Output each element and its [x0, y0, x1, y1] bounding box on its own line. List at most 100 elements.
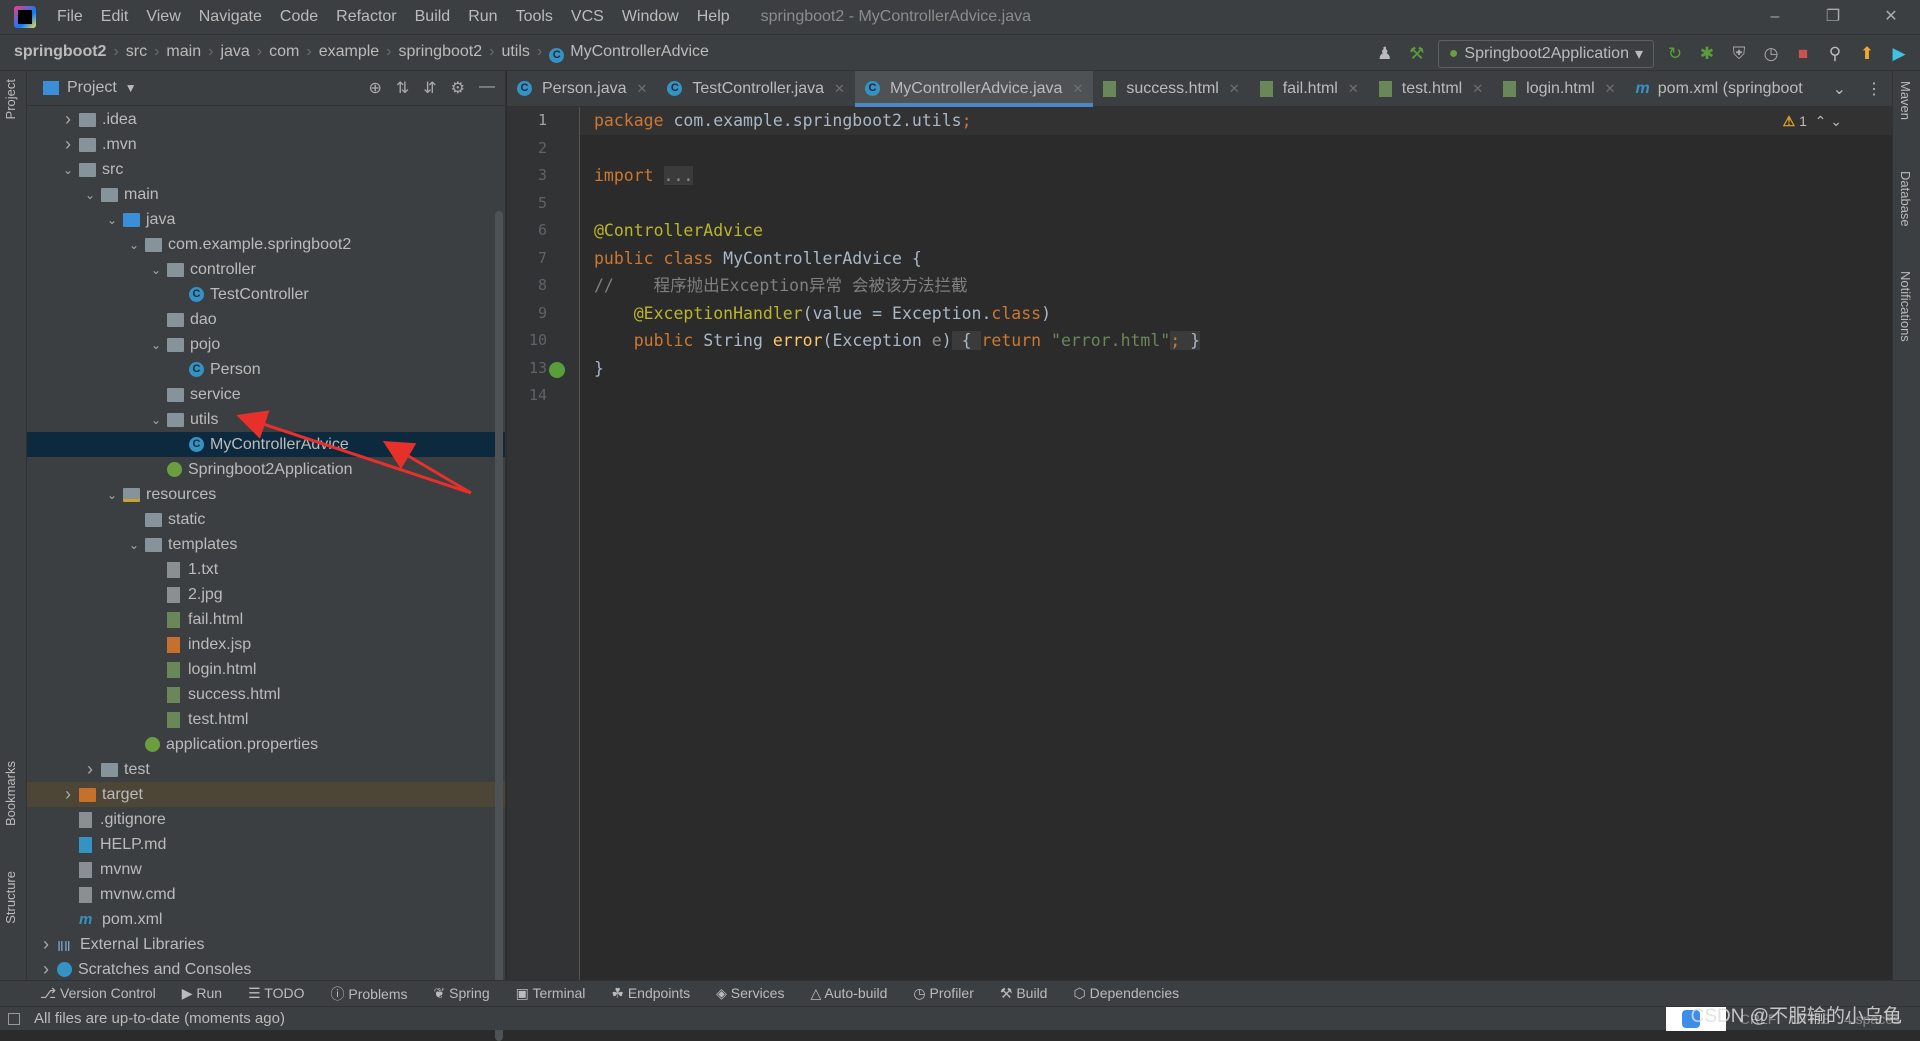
tree-item[interactable]: login.html: [27, 657, 505, 682]
menu-navigate[interactable]: Navigate: [190, 8, 271, 26]
menu-code[interactable]: Code: [271, 8, 327, 26]
collapse-all-icon[interactable]: ⇵: [423, 78, 436, 98]
minimize-button[interactable]: –: [1746, 0, 1804, 34]
tab-mycontrolleradvice-java[interactable]: C MyControllerAdvice.java ✕: [854, 71, 1094, 107]
bookmarks-tool-button[interactable]: Bookmarks: [3, 761, 18, 826]
tree-item[interactable]: ⌄ templates: [27, 532, 505, 557]
tool-terminal[interactable]: ▣ Terminal: [516, 985, 586, 1002]
code-editor[interactable]: 1 package com.example.springboot2.utils; 2…: [507, 107, 1892, 980]
close-tab-icon[interactable]: ✕: [1072, 81, 1083, 97]
close-window-button[interactable]: ✕: [1862, 0, 1920, 34]
menu-file[interactable]: File: [48, 8, 92, 26]
breadcrumb-item[interactable]: utils: [501, 43, 529, 60]
chevron-down-icon[interactable]: ⌄: [145, 338, 167, 352]
tree-item[interactable]: ⌄ pojo: [27, 332, 505, 357]
tab-testcontroller-java[interactable]: C TestController.java ✕: [657, 71, 855, 106]
chevron-down-icon[interactable]: ⌄: [145, 413, 167, 427]
menu-tools[interactable]: Tools: [507, 8, 562, 26]
breadcrumb-item[interactable]: src: [126, 43, 147, 60]
chevron-right-icon[interactable]: ›: [35, 959, 57, 980]
vcs-user-icon[interactable]: ♟: [1374, 44, 1396, 64]
build-hammer-icon[interactable]: ⚒: [1406, 44, 1428, 64]
tab-success-html[interactable]: success.html ✕: [1093, 71, 1249, 106]
tree-item[interactable]: 1.txt: [27, 557, 505, 582]
tool-dependencies[interactable]: ⬡ Dependencies: [1073, 985, 1179, 1002]
breadcrumb-item[interactable]: com: [269, 43, 299, 60]
tool-endpoints[interactable]: ☘ Endpoints: [611, 985, 690, 1002]
coverage-icon[interactable]: ⛨: [1728, 44, 1750, 64]
tree-item[interactable]: › .idea: [27, 107, 505, 132]
breadcrumb-item[interactable]: springboot2: [399, 43, 483, 60]
menu-window[interactable]: Window: [613, 8, 688, 26]
chevron-down-icon[interactable]: ⌄: [123, 238, 145, 252]
tree-item[interactable]: › test: [27, 757, 505, 782]
breadcrumb-item[interactable]: java: [220, 43, 249, 60]
chevron-down-icon[interactable]: ⌄: [123, 538, 145, 552]
menu-build[interactable]: Build: [406, 8, 460, 26]
inspection-widget[interactable]: ⚠ 1 ⌃ ⌄: [1783, 113, 1842, 130]
breadcrumb-item[interactable]: MyControllerAdvice: [570, 43, 709, 60]
tree-item[interactable]: › .mvn: [27, 132, 505, 157]
close-tab-icon[interactable]: ✕: [637, 81, 648, 97]
tree-item[interactable]: dao: [27, 307, 505, 332]
tree-item[interactable]: C MyControllerAdvice: [27, 432, 505, 457]
tree-item[interactable]: › target: [27, 782, 505, 807]
menu-run[interactable]: Run: [459, 8, 506, 26]
tree-item[interactable]: ⌄ utils: [27, 407, 505, 432]
tab-fail-html[interactable]: fail.html ✕: [1250, 71, 1369, 106]
hide-icon[interactable]: —: [479, 78, 495, 98]
tool-spring[interactable]: ❦ Spring: [434, 985, 490, 1002]
database-tool-button[interactable]: Database: [1898, 171, 1913, 227]
expand-all-icon[interactable]: ⇅: [396, 78, 409, 98]
close-tab-icon[interactable]: ✕: [1472, 81, 1483, 97]
chevron-right-icon[interactable]: ›: [57, 134, 79, 155]
breadcrumb-item[interactable]: springboot2: [14, 43, 106, 60]
tree-item[interactable]: ⌄ main: [27, 182, 505, 207]
menu-help[interactable]: Help: [688, 8, 739, 26]
tree-item[interactable]: ⌄ java: [27, 207, 505, 232]
chevron-right-icon[interactable]: ›: [57, 784, 79, 805]
tool-profiler[interactable]: ◷ Profiler: [913, 985, 973, 1002]
tool-version-control[interactable]: ⎇ Version Control: [40, 985, 156, 1002]
tree-item[interactable]: m pom.xml: [27, 907, 505, 932]
menu-refactor[interactable]: Refactor: [327, 8, 405, 26]
tree-item[interactable]: ⌄ resources: [27, 482, 505, 507]
tool-todo[interactable]: ☰ TODO: [248, 985, 304, 1002]
tool-auto-build[interactable]: △ Auto-build: [810, 985, 887, 1002]
tool-problems[interactable]: ⓘ Problems: [330, 984, 407, 1004]
project-scrollbar[interactable]: [495, 211, 503, 1041]
notifications-tool-button[interactable]: Notifications: [1898, 271, 1913, 342]
run-configuration-select[interactable]: ● Springboot2Application ▾: [1437, 39, 1654, 68]
tree-item[interactable]: › Scratches and Consoles: [27, 957, 505, 982]
tree-item[interactable]: 2.jpg: [27, 582, 505, 607]
more-options-icon[interactable]: ⋮: [1856, 71, 1892, 106]
tool-run[interactable]: ▶ Run: [182, 985, 222, 1002]
tab-list-chevron-icon[interactable]: ⌄: [1823, 71, 1856, 106]
project-tool-button[interactable]: Project: [3, 79, 18, 119]
breadcrumb-item[interactable]: main: [166, 43, 201, 60]
tree-item[interactable]: C TestController: [27, 282, 505, 307]
tree-item[interactable]: test.html: [27, 707, 505, 732]
chevron-down-icon[interactable]: ⌄: [101, 488, 123, 502]
maven-tool-button[interactable]: Maven: [1898, 81, 1913, 120]
chevron-right-icon[interactable]: ›: [35, 934, 57, 955]
stop-icon[interactable]: ■: [1792, 44, 1814, 64]
tool-build[interactable]: ⚒ Build: [1000, 985, 1048, 1002]
tree-item[interactable]: service: [27, 382, 505, 407]
tree-item[interactable]: Springboot2Application: [27, 457, 505, 482]
spring-bean-gutter-icon[interactable]: [549, 362, 565, 378]
tree-item[interactable]: success.html: [27, 682, 505, 707]
chevron-down-icon[interactable]: ⌄: [79, 188, 101, 202]
update-icon[interactable]: ⬆: [1856, 44, 1878, 64]
tree-item[interactable]: mvnw.cmd: [27, 882, 505, 907]
chevron-down-icon[interactable]: ⌄: [101, 213, 123, 227]
project-view-select[interactable]: Project: [67, 79, 117, 97]
close-tab-icon[interactable]: ✕: [1229, 81, 1240, 97]
structure-tool-button[interactable]: Structure: [3, 871, 18, 924]
tab-test-html[interactable]: test.html ✕: [1369, 71, 1493, 106]
plugin-icon[interactable]: ▶: [1888, 44, 1910, 64]
tree-item[interactable]: HELP.md: [27, 832, 505, 857]
close-tab-icon[interactable]: ✕: [1605, 81, 1616, 97]
tree-item[interactable]: › ⅡⅡ External Libraries: [27, 932, 505, 957]
chevron-down-icon[interactable]: ⌄: [145, 263, 167, 277]
